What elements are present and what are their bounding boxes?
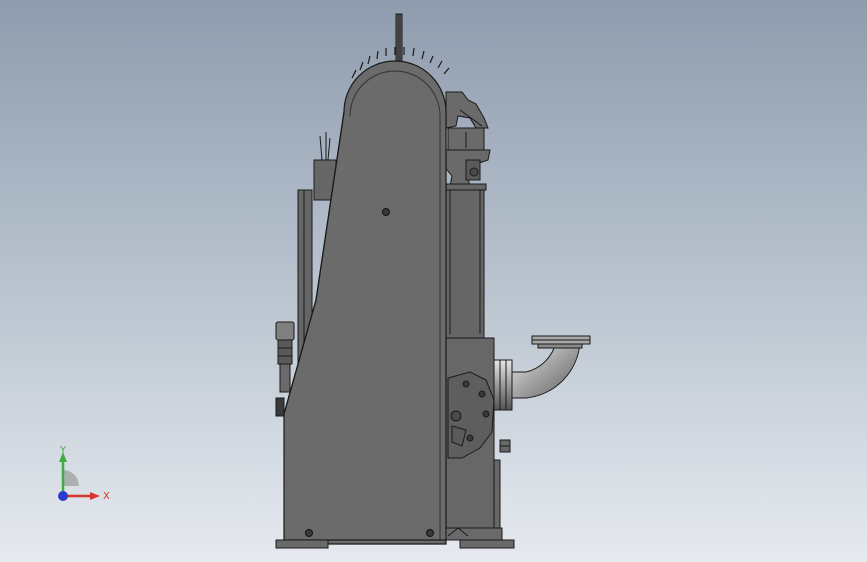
x-axis-arrow-icon (90, 492, 100, 500)
outlet-pipe-elbow (493, 335, 591, 411)
y-axis-label: Y (59, 445, 67, 456)
z-axis-dot (58, 491, 68, 501)
rear-column (443, 183, 487, 339)
graphics-viewport[interactable]: Y X (0, 0, 867, 562)
cad-model-side-view[interactable] (0, 0, 867, 562)
rear-bracket-assembly (443, 91, 491, 187)
coordinate-triad: Y X (58, 445, 110, 502)
triad-plane-indicator (63, 470, 79, 486)
x-axis-label: X (103, 491, 110, 502)
top-antenna (395, 13, 403, 63)
